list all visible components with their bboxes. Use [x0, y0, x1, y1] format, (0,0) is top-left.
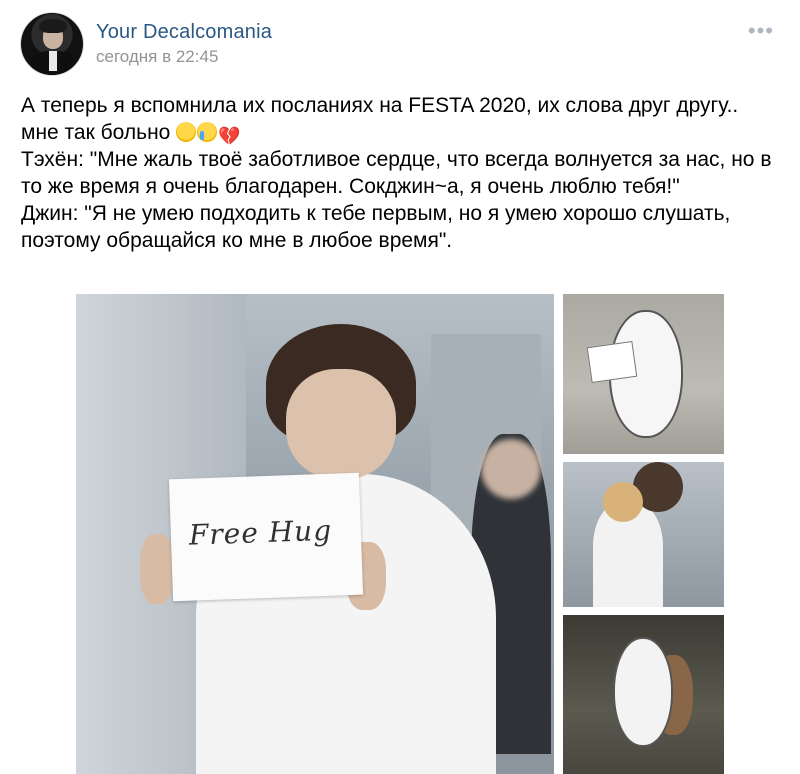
- free-hug-sign: Free Hug: [168, 472, 364, 602]
- post-text-line1: А теперь я вспомнила их посланиях на FES…: [21, 94, 745, 144]
- sign-text: Free Hug: [188, 513, 333, 552]
- author-name[interactable]: Your Decalcomania: [96, 21, 272, 44]
- person-face: [286, 369, 396, 479]
- broken-heart-icon: 💔: [218, 126, 241, 146]
- more-options-icon[interactable]: •••: [748, 18, 774, 44]
- person-left-hand: [140, 534, 174, 604]
- author-avatar[interactable]: [20, 12, 84, 76]
- photo-gallery: Free Hug: [76, 294, 724, 774]
- avatar-hair: [39, 19, 67, 33]
- person-head-blond: [603, 482, 643, 522]
- post-text-line2: Тэхён: "Мне жаль твоё заботливое сердце,…: [21, 148, 778, 198]
- thumbnail-bears-hug[interactable]: [563, 615, 724, 774]
- post-text-line3: Джин: "Я не умею подходить к тебе первым…: [21, 202, 737, 252]
- post-text: А теперь я вспомнила их посланиях на FES…: [21, 92, 781, 254]
- post-header: Your Decalcomania сегодня в 22:45 •••: [20, 12, 780, 78]
- crying-face-icon: [197, 122, 218, 142]
- thumbnail-bear-sign[interactable]: [563, 294, 724, 454]
- main-photo[interactable]: Free Hug: [76, 294, 554, 774]
- background-person-head: [481, 439, 541, 499]
- bear-sign: [586, 340, 638, 384]
- white-bear-figure: [613, 637, 673, 747]
- thumbnail-hug[interactable]: [563, 462, 724, 607]
- anxious-face-icon: [176, 122, 197, 142]
- post-timestamp[interactable]: сегодня в 22:45: [96, 47, 218, 67]
- avatar-shirt: [49, 51, 57, 71]
